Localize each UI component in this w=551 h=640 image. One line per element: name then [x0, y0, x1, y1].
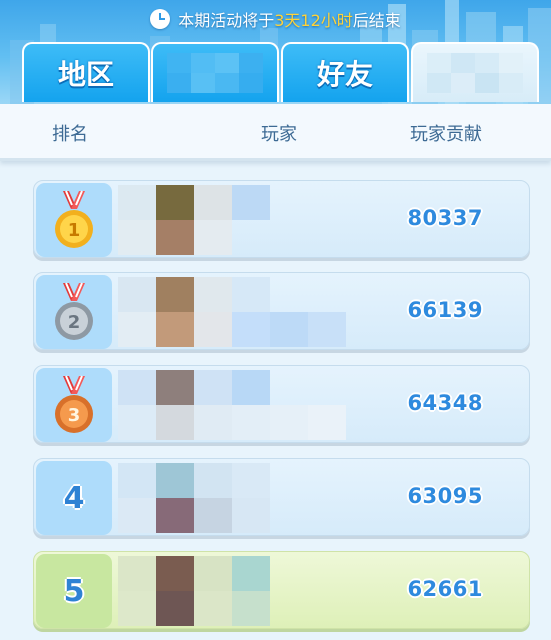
event-countdown-notice: 本期活动将于 3天12小时 后结束 [0, 6, 551, 32]
blurred-tab-label [427, 53, 523, 93]
column-player: 玩家 [261, 124, 297, 145]
contribution-score: 63095 [407, 484, 483, 508]
rank-cell: 5 [36, 554, 112, 628]
contribution-score: 64348 [407, 391, 483, 415]
tab-friends[interactable]: 好友 [281, 42, 409, 102]
notice-remaining-time: 3天12小时 [274, 11, 353, 30]
contribution-score: 66139 [407, 298, 483, 322]
rank-cell: 3 [36, 368, 112, 442]
contribution-score: 62661 [407, 577, 483, 601]
contribution-score: 80337 [407, 206, 483, 230]
rank-cell: 4 [36, 461, 112, 535]
notice-suffix: 后结束 [352, 11, 401, 30]
rank-cell: 2 [36, 275, 112, 349]
leaderboard-row-4[interactable]: 4 63095 [33, 458, 530, 536]
leaderboard-row-1[interactable]: 1 80337 [33, 180, 530, 258]
blurred-tab-label [167, 53, 263, 93]
rank-number: 4 [63, 480, 85, 516]
tab-friends-label: 好友 [316, 58, 373, 91]
player-name-blurred [118, 370, 348, 440]
column-header: 排名 玩家 玩家贡献 [0, 104, 551, 161]
column-rank: 排名 [52, 124, 88, 145]
notice-prefix: 本期活动将于 [178, 11, 275, 30]
column-contribution: 玩家贡献 [410, 124, 482, 145]
silver-medal-icon: 2 [55, 282, 93, 340]
leaderboard-row-2[interactable]: 2 66139 [33, 272, 530, 350]
tab-hidden-1[interactable] [151, 42, 279, 102]
medal-number: 2 [68, 312, 81, 333]
bronze-medal-icon: 3 [55, 375, 93, 433]
player-name-blurred [118, 463, 348, 533]
rank-number: 5 [63, 573, 85, 609]
tab-region-label: 地区 [57, 58, 114, 91]
medal-number: 3 [68, 405, 81, 426]
rank-cell: 1 [36, 183, 112, 257]
gold-medal-icon: 1 [55, 190, 93, 248]
leaderboard-row-5-self[interactable]: 5 62661 [33, 551, 530, 629]
tab-hidden-active[interactable] [411, 42, 539, 102]
top-banner: 本期活动将于 3天12小时 后结束 地区 好友 [0, 0, 551, 104]
leaderboard-row-3[interactable]: 3 64348 [33, 365, 530, 443]
player-name-blurred [118, 185, 348, 255]
player-name-blurred [118, 277, 348, 347]
clock-icon [150, 9, 171, 29]
player-name-blurred [118, 556, 348, 626]
medal-number: 1 [68, 220, 81, 241]
tab-region[interactable]: 地区 [22, 42, 150, 102]
